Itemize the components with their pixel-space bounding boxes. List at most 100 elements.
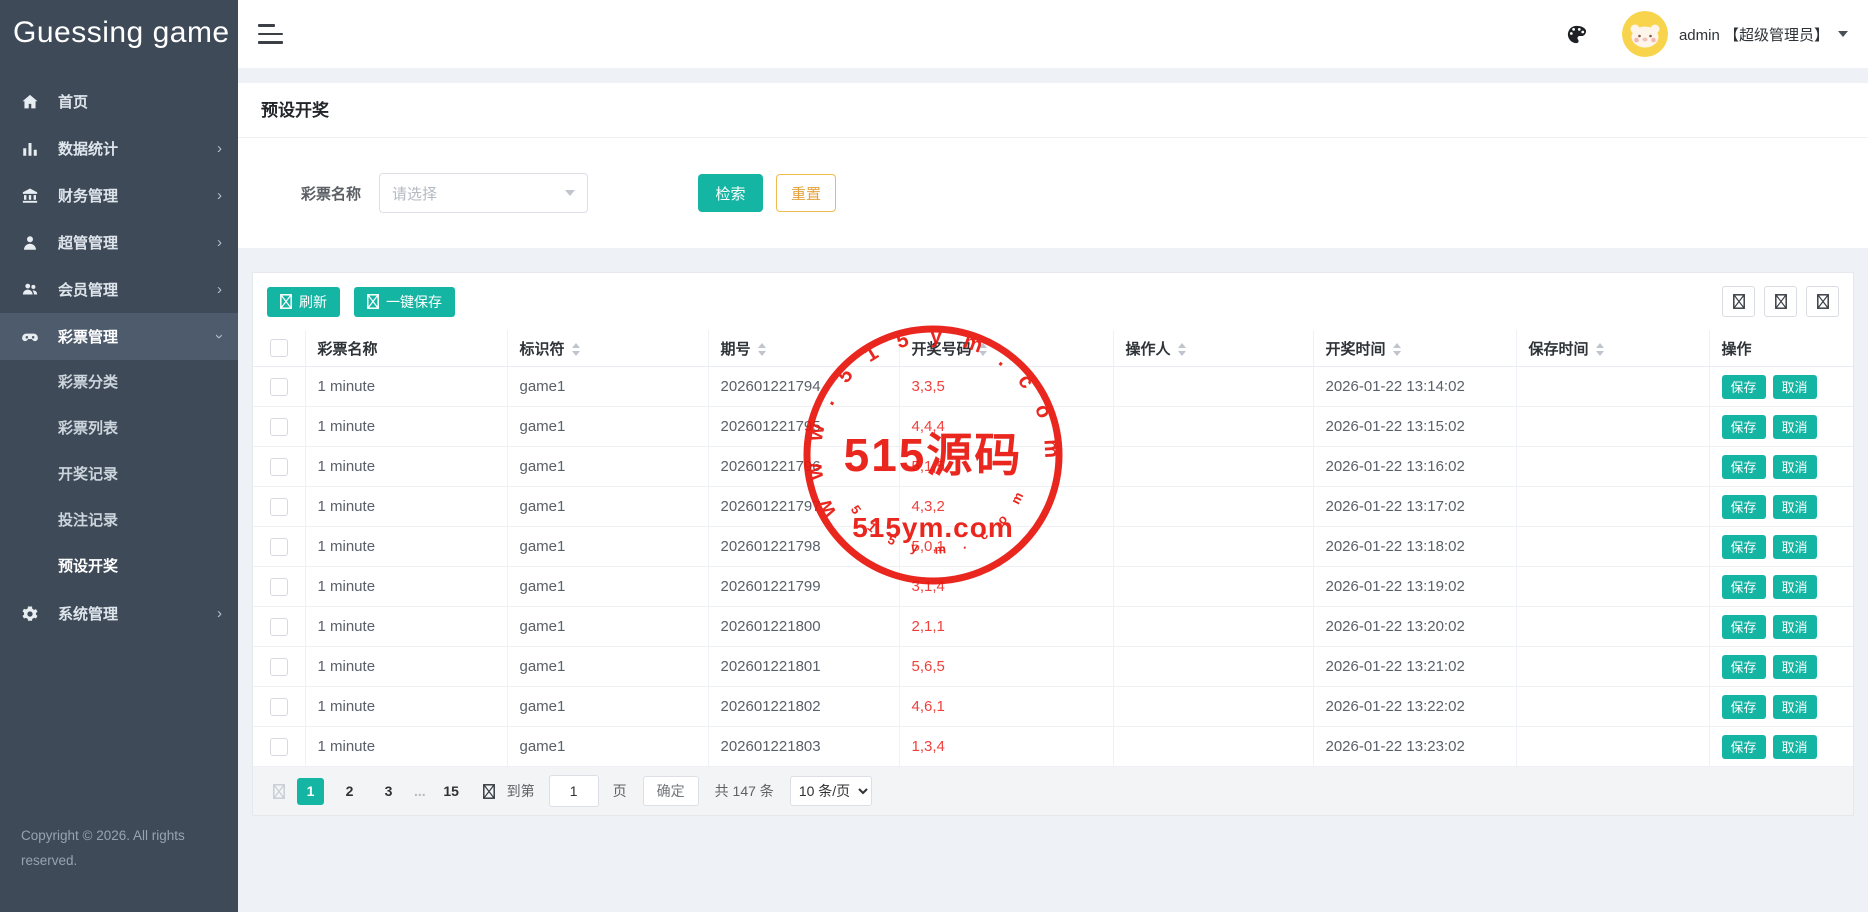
- cell-code: game1: [507, 367, 708, 407]
- row-cancel-button[interactable]: 取消: [1773, 575, 1817, 599]
- row-checkbox[interactable]: [270, 378, 288, 396]
- column-label: 彩票名称: [318, 341, 378, 358]
- sidebar-item-chart[interactable]: 数据统计›: [0, 125, 238, 172]
- table-header-cell: 开奖时间: [1313, 330, 1516, 367]
- row-cancel-button[interactable]: 取消: [1773, 415, 1817, 439]
- sidebar-subitem[interactable]: 预设开奖: [0, 544, 238, 590]
- row-checkbox[interactable]: [270, 418, 288, 436]
- home-icon: [21, 93, 39, 111]
- sidebar-item-gear[interactable]: 系统管理›: [0, 590, 238, 637]
- sort-icon[interactable]: [1596, 343, 1604, 356]
- sort-icon[interactable]: [979, 343, 987, 356]
- reset-button[interactable]: 重置: [776, 174, 836, 212]
- column-label: 操作: [1722, 341, 1752, 358]
- row-checkbox[interactable]: [270, 458, 288, 476]
- page-number-button[interactable]: 2: [336, 778, 363, 805]
- search-button[interactable]: 检索: [698, 174, 763, 212]
- cell-actions: 保存取消: [1709, 367, 1853, 407]
- table-tool-button[interactable]: [1764, 286, 1797, 317]
- sort-icon[interactable]: [1393, 343, 1401, 356]
- sidebar-subitem[interactable]: 彩票分类: [0, 360, 238, 406]
- cell-operator: [1113, 567, 1313, 607]
- sidebar-item-home[interactable]: 首页: [0, 78, 238, 125]
- row-checkbox[interactable]: [270, 538, 288, 556]
- page-number-button[interactable]: 15: [438, 778, 465, 805]
- chevron-right-icon: ›: [217, 282, 222, 297]
- row-save-button[interactable]: 保存: [1722, 375, 1766, 399]
- sidebar-item-user[interactable]: 超管管理›: [0, 219, 238, 266]
- row-checkbox[interactable]: [270, 618, 288, 636]
- page-number-button[interactable]: 3: [375, 778, 402, 805]
- total-count-label: 共 147 条: [715, 781, 774, 801]
- row-cancel-button[interactable]: 取消: [1773, 655, 1817, 679]
- page-numbers: 123...15: [291, 778, 471, 805]
- cell-save-time: [1516, 647, 1709, 687]
- goto-page-input[interactable]: [549, 775, 599, 807]
- table-header-cell: 开奖号码: [899, 330, 1113, 367]
- sidebar-item-label: 财务管理: [58, 185, 217, 206]
- row-save-button[interactable]: 保存: [1722, 615, 1766, 639]
- row-cancel-button[interactable]: 取消: [1773, 615, 1817, 639]
- user-menu[interactable]: admin 【超级管理员】: [1622, 11, 1848, 57]
- row-cancel-button[interactable]: 取消: [1773, 375, 1817, 399]
- sidebar-item-gamepad[interactable]: 彩票管理›: [0, 313, 238, 360]
- cell-actions: 保存取消: [1709, 567, 1853, 607]
- save-all-button[interactable]: 一键保存: [354, 287, 455, 317]
- page-number-button[interactable]: 1: [297, 778, 324, 805]
- preset-draw-table: 彩票名称标识符期号开奖号码操作人开奖时间保存时间操作 1 minutegame1…: [253, 330, 1853, 767]
- sort-icon[interactable]: [1178, 343, 1186, 356]
- refresh-label: 刷新: [299, 292, 327, 312]
- cell-numbers: 1,3,4: [899, 727, 1113, 767]
- row-cancel-button[interactable]: 取消: [1773, 535, 1817, 559]
- cell-code: game1: [507, 447, 708, 487]
- sidebar-item-label: 系统管理: [58, 603, 217, 624]
- table-tool-button[interactable]: [1722, 286, 1755, 317]
- cell-code: game1: [507, 647, 708, 687]
- sort-icon[interactable]: [758, 343, 766, 356]
- row-checkbox[interactable]: [270, 738, 288, 756]
- sidebar-subitem[interactable]: 彩票列表: [0, 406, 238, 452]
- row-cancel-button[interactable]: 取消: [1773, 455, 1817, 479]
- row-save-button[interactable]: 保存: [1722, 535, 1766, 559]
- row-cancel-button[interactable]: 取消: [1773, 495, 1817, 519]
- row-cancel-button[interactable]: 取消: [1773, 735, 1817, 759]
- row-save-button[interactable]: 保存: [1722, 735, 1766, 759]
- confirm-button[interactable]: 确定: [643, 776, 699, 806]
- row-save-button[interactable]: 保存: [1722, 495, 1766, 519]
- chevron-down-icon: [565, 190, 575, 201]
- refresh-button[interactable]: 刷新: [267, 287, 340, 317]
- column-label: 开奖号码: [912, 341, 972, 358]
- table-header-cell: 期号: [708, 330, 899, 367]
- row-save-button[interactable]: 保存: [1722, 655, 1766, 679]
- prev-page-button[interactable]: [273, 784, 285, 799]
- table-tool-button[interactable]: [1806, 286, 1839, 317]
- row-checkbox[interactable]: [270, 698, 288, 716]
- sidebar-item-users[interactable]: 会员管理›: [0, 266, 238, 313]
- lottery-name-select[interactable]: 请选择: [379, 173, 588, 213]
- row-save-button[interactable]: 保存: [1722, 455, 1766, 479]
- row-save-button[interactable]: 保存: [1722, 415, 1766, 439]
- chevron-down-icon: ›: [212, 334, 227, 339]
- row-save-button[interactable]: 保存: [1722, 695, 1766, 719]
- cell-numbers: 4,3,2: [899, 487, 1113, 527]
- table-row: 1 minutegame12026012217974,3,22026-01-22…: [253, 487, 1853, 527]
- chevron-right-icon: ›: [217, 141, 222, 156]
- sidebar-item-bank[interactable]: 财务管理›: [0, 172, 238, 219]
- next-page-button[interactable]: [483, 784, 495, 799]
- page-size-select[interactable]: 10 条/页: [790, 776, 872, 806]
- table-header-cell: [253, 330, 305, 367]
- row-checkbox[interactable]: [270, 578, 288, 596]
- row-checkbox[interactable]: [270, 658, 288, 676]
- row-save-button[interactable]: 保存: [1722, 575, 1766, 599]
- row-checkbox[interactable]: [270, 498, 288, 516]
- sort-icon[interactable]: [572, 343, 580, 356]
- cell-code: game1: [507, 567, 708, 607]
- sidebar-subitem[interactable]: 投注记录: [0, 498, 238, 544]
- goto-label: 到第: [507, 781, 535, 801]
- row-cancel-button[interactable]: 取消: [1773, 695, 1817, 719]
- sidebar-subitem[interactable]: 开奖记录: [0, 452, 238, 498]
- select-all-checkbox[interactable]: [270, 339, 288, 357]
- theme-palette-icon[interactable]: [1565, 23, 1588, 46]
- menu-toggle-icon[interactable]: [258, 22, 284, 46]
- cell-numbers: 5,6,5: [899, 647, 1113, 687]
